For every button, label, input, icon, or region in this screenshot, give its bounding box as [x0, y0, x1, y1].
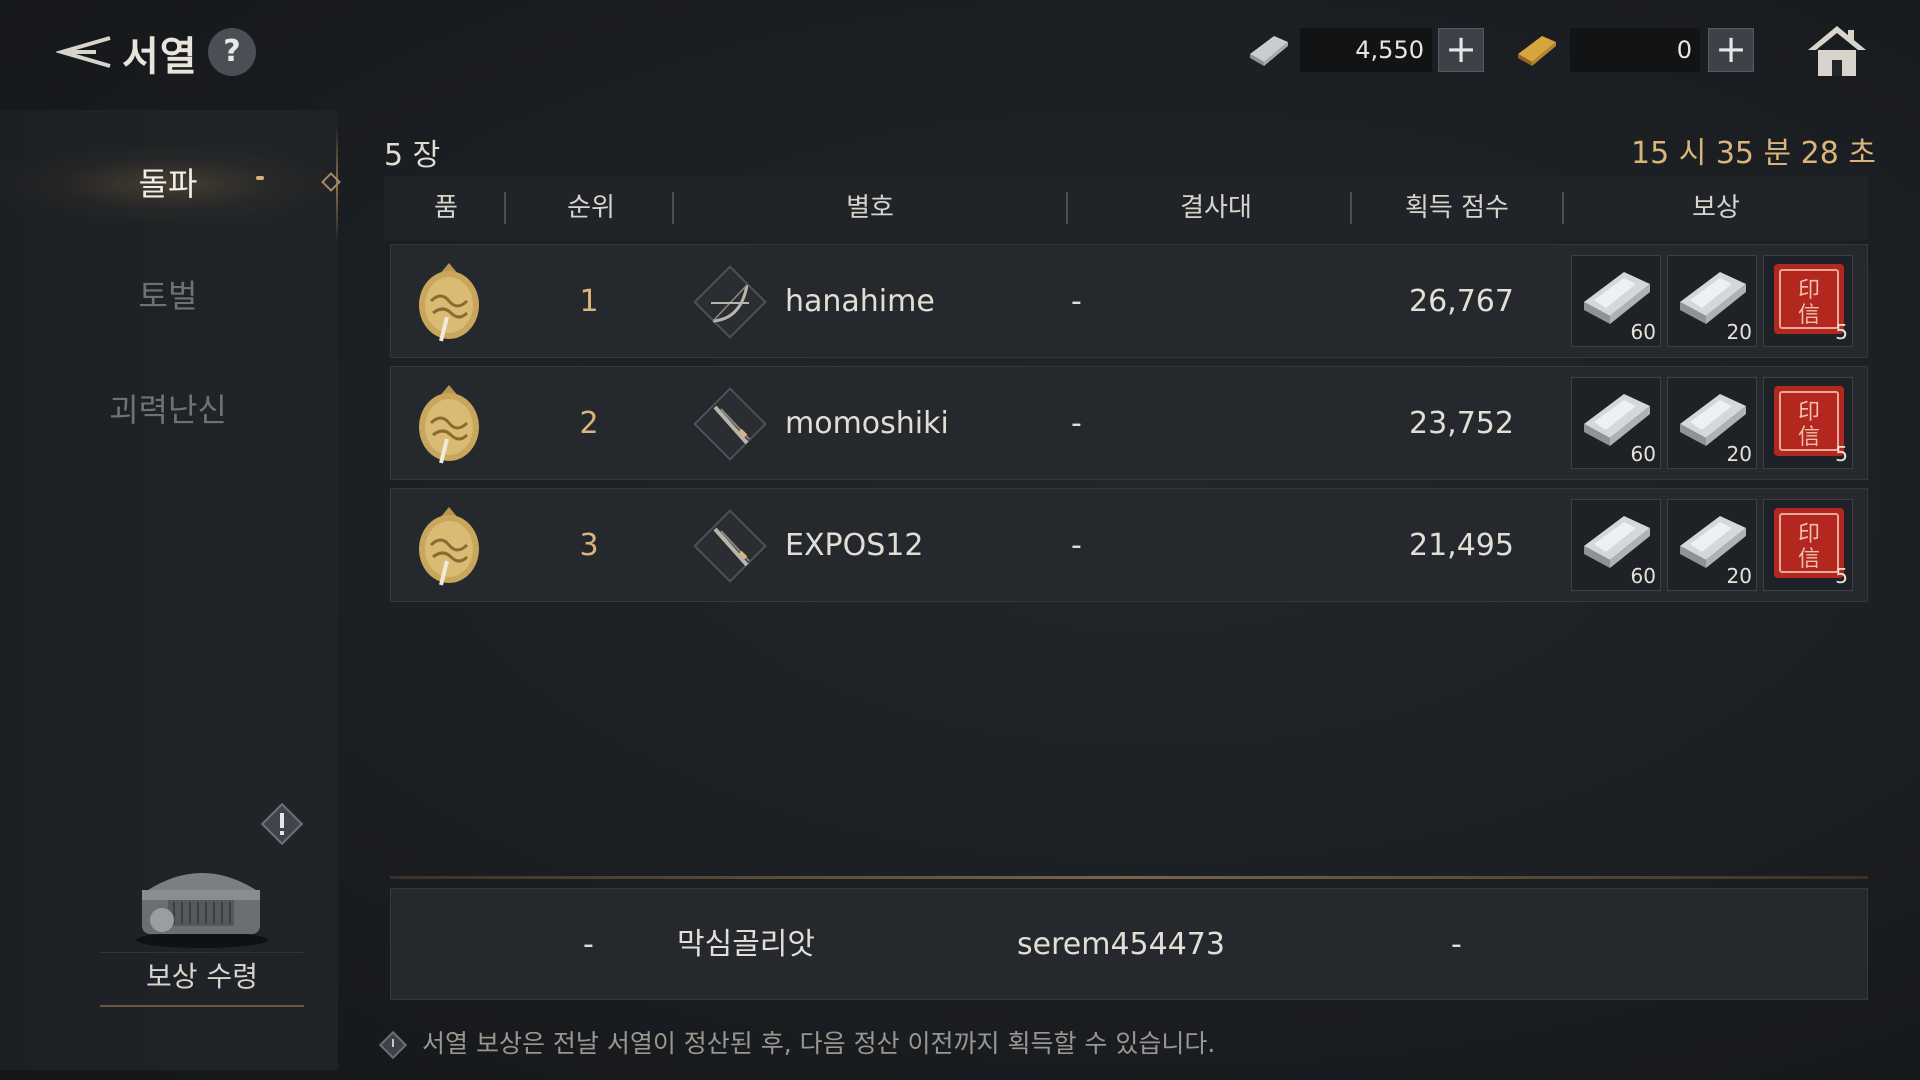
reward-item[interactable]: 60	[1571, 377, 1661, 469]
gold-amount: 0	[1570, 28, 1700, 72]
reward-item[interactable]: 5	[1763, 255, 1853, 347]
reward-qty: 60	[1630, 320, 1656, 344]
footer-note: 서열 보상은 전날 서열이 정산된 후, 다음 정산 이전까지 획득할 수 있습…	[378, 1024, 1215, 1064]
my-rank-value: -	[583, 927, 594, 962]
reward-item[interactable]: 20	[1667, 377, 1757, 469]
blade-class-icon	[692, 386, 768, 462]
reward-chest-icon[interactable]	[128, 850, 276, 950]
reward-qty: 20	[1726, 320, 1752, 344]
help-button[interactable]: ?	[208, 28, 256, 76]
table-header: 품 순위 별호 결사대 획득 점수 보상	[384, 176, 1868, 240]
column-header-guild: 결사대	[1180, 193, 1252, 223]
reward-qty: 20	[1726, 564, 1752, 588]
silver-ingot-icon	[1680, 394, 1746, 446]
active-tab-spark	[256, 176, 264, 180]
my-score-value: -	[1451, 927, 1462, 962]
reward-item[interactable]: 60	[1571, 499, 1661, 591]
my-rank-divider	[390, 876, 1868, 879]
countdown-timer: 15 시 35 분 28 초	[1630, 136, 1876, 171]
guild-value: -	[1071, 406, 1082, 441]
column-header-title: 별호	[846, 193, 894, 223]
grade-medal-icon	[417, 261, 481, 343]
reward-item[interactable]: 5	[1763, 377, 1853, 469]
table-row[interactable]: 1 hanahime - 26,767 60 20 5	[390, 244, 1868, 358]
column-header-rank: 순위	[567, 193, 615, 223]
grade-medal-icon	[417, 383, 481, 465]
reward-qty: 5	[1835, 442, 1848, 466]
reward-item[interactable]: 20	[1667, 499, 1757, 591]
player-name[interactable]: hanahime	[785, 245, 935, 359]
grade-medal-icon	[417, 505, 481, 587]
guild-value: -	[1071, 284, 1082, 319]
guild-value: -	[1071, 528, 1082, 563]
add-silver-button[interactable]: +	[1438, 28, 1484, 72]
reward-qty: 20	[1726, 442, 1752, 466]
count-label: 5 장	[384, 138, 441, 173]
blade-class-icon	[692, 508, 768, 584]
my-guild-value: serem454473	[1017, 927, 1225, 962]
home-icon[interactable]	[1806, 22, 1868, 80]
reward-item[interactable]: 5	[1763, 499, 1853, 591]
back-arrow-icon[interactable]	[54, 30, 112, 74]
score-value: 21,495	[1409, 528, 1514, 563]
rank-value: 2	[579, 406, 599, 441]
column-header-score: 획득 점수	[1405, 193, 1509, 223]
tab-monsters[interactable]: 괴력난신	[0, 370, 336, 450]
info-diamond-icon	[378, 1030, 408, 1060]
score-value: 23,752	[1409, 406, 1514, 441]
silver-ingot-icon	[1244, 28, 1296, 72]
footer-note-text: 서열 보상은 전날 서열이 정산된 후, 다음 정산 이전까지 획득할 수 있습…	[422, 1029, 1216, 1058]
tab-subjugation[interactable]: 토벌	[0, 256, 336, 336]
silver-ingot-icon	[1680, 516, 1746, 568]
my-rank-row: - 막심골리앗 serem454473 -	[390, 888, 1868, 1000]
add-gold-button[interactable]: +	[1708, 28, 1754, 72]
table-row[interactable]: 2 momoshiki - 23,752 60 20 5	[390, 366, 1868, 480]
silver-ingot-icon	[1584, 394, 1650, 446]
silver-ingot-icon	[1584, 272, 1650, 324]
reward-qty: 5	[1835, 320, 1848, 344]
table-row[interactable]: 3 EXPOS12 - 21,495 60 20 5	[390, 488, 1868, 602]
reward-item[interactable]: 20	[1667, 255, 1757, 347]
column-header-grade: 품	[434, 193, 458, 223]
reward-qty: 5	[1835, 564, 1848, 588]
player-name[interactable]: momoshiki	[785, 367, 949, 481]
silver-ingot-icon	[1584, 516, 1650, 568]
silver-currency: 4,550 +	[1244, 28, 1484, 72]
silver-amount: 4,550	[1300, 28, 1432, 72]
reward-item[interactable]: 60	[1571, 255, 1661, 347]
bow-class-icon	[693, 265, 767, 339]
reward-qty: 60	[1630, 442, 1656, 466]
page-title: 서열	[122, 34, 198, 80]
rank-value: 1	[579, 284, 599, 319]
column-header-reward: 보상	[1692, 193, 1740, 223]
score-value: 26,767	[1409, 284, 1514, 319]
gold-ingot-icon	[1512, 28, 1564, 72]
player-name[interactable]: EXPOS12	[785, 489, 923, 603]
tab-breakthrough[interactable]: 돌파	[0, 144, 336, 224]
silver-ingot-icon	[1680, 272, 1746, 324]
alert-badge-icon	[258, 800, 306, 848]
rank-value: 3	[579, 528, 599, 563]
reward-qty: 60	[1630, 564, 1656, 588]
gold-currency: 0 +	[1512, 28, 1754, 72]
my-player-name: 막심골리앗	[677, 927, 815, 962]
reward-claim-button[interactable]: 보상 수령	[100, 952, 304, 1007]
